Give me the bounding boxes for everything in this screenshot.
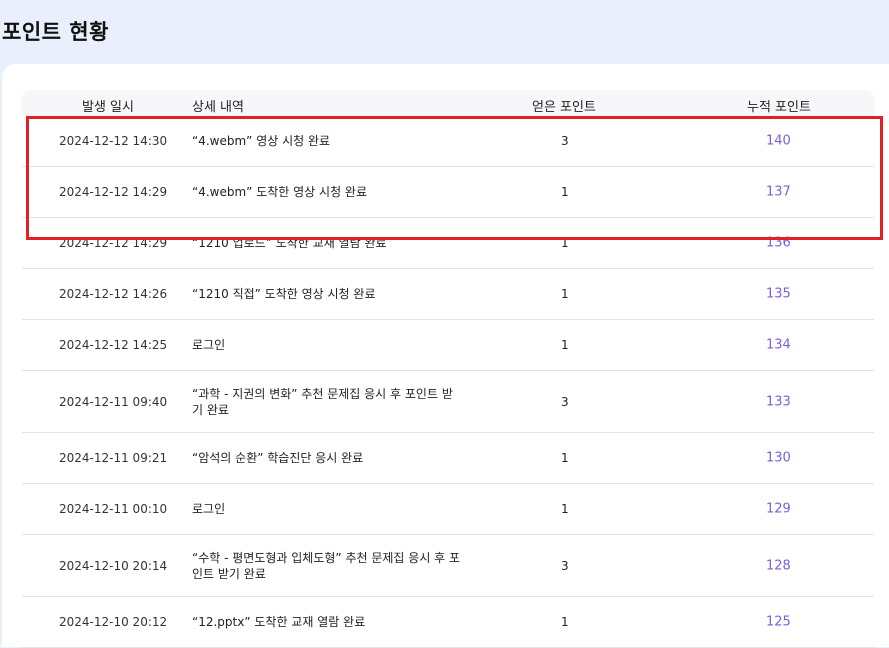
row-total-points: 134 <box>766 337 791 353</box>
row-description: “12.pptx” 도착한 교재 열람 완료 <box>192 615 366 629</box>
row-date: 2024-12-12 14:25 <box>59 338 168 352</box>
row-description: 로그인 <box>192 502 226 516</box>
row-date: 2024-12-11 00:10 <box>59 502 168 516</box>
row-total-points: 137 <box>766 184 791 200</box>
row-earned-points: 1 <box>561 338 569 352</box>
row-total-points: 135 <box>766 286 791 302</box>
row-earned-points: 1 <box>561 615 569 629</box>
row-description: “1210 직접” 도착한 영상 시청 완료 <box>192 287 376 301</box>
row-earned-points: 3 <box>561 394 569 409</box>
page-title: 포인트 현황 <box>2 20 109 44</box>
table-row: 2024-12-10 20:12 “12.pptx” 도착한 교재 열람 완료 … <box>22 597 874 648</box>
row-date: 2024-12-11 09:21 <box>59 451 168 465</box>
row-total-points: 128 <box>766 558 791 573</box>
row-date: 2024-12-12 14:29 <box>59 236 168 250</box>
row-total-points: 136 <box>766 235 791 251</box>
row-description: “4.webm” 영상 시청 완료 <box>192 134 331 148</box>
row-earned-points: 1 <box>561 451 569 465</box>
row-total-points: 129 <box>766 501 791 517</box>
header-total-points: 누적 포인트 <box>747 100 811 115</box>
table-row: 2024-12-11 09:40 “과학 - 지권의 변화” 추천 문제집 응시… <box>22 371 874 433</box>
header-date: 발생 일시 <box>82 100 134 115</box>
row-date: 2024-12-12 14:26 <box>59 287 168 301</box>
table-header: 발생 일시 상세 내역 얻은 포인트 누적 포인트 <box>22 90 874 116</box>
header-earned-points: 얻은 포인트 <box>532 100 596 115</box>
row-total-points: 133 <box>766 394 791 409</box>
row-date: 2024-12-12 14:29 <box>59 185 168 199</box>
table-row: 2024-12-12 14:29 “1210 업로드” 도착한 교재 열람 완료… <box>22 218 874 269</box>
table-row: 2024-12-12 14:25 로그인 1 134 <box>22 320 874 371</box>
table-row: 2024-12-12 14:30 “4.webm” 영상 시청 완료 3 140 <box>22 116 874 167</box>
row-description: “4.webm” 도착한 영상 시청 완료 <box>192 185 368 199</box>
row-earned-points: 1 <box>561 185 569 199</box>
row-description: “1210 업로드” 도착한 교재 열람 완료 <box>192 236 387 250</box>
row-earned-points: 3 <box>561 134 569 148</box>
row-total-points: 140 <box>766 133 791 149</box>
row-description: “암석의 순환” 학습진단 응시 완료 <box>192 451 364 465</box>
table-row: 2024-12-11 09:21 “암석의 순환” 학습진단 응시 완료 1 1… <box>22 433 874 484</box>
table-row: 2024-12-12 14:29 “4.webm” 도착한 영상 시청 완료 1… <box>22 167 874 218</box>
table-row: 2024-12-12 14:26 “1210 직접” 도착한 영상 시청 완료 … <box>22 269 874 320</box>
row-description: 로그인 <box>192 338 226 352</box>
row-date: 2024-12-10 20:12 <box>59 615 168 629</box>
row-earned-points: 3 <box>561 558 569 573</box>
row-description: “과학 - 지권의 변화” 추천 문제집 응시 후 포인트 받기 완료 <box>192 386 453 417</box>
row-date: 2024-12-11 09:40 <box>59 394 168 409</box>
header-description: 상세 내역 <box>192 100 244 115</box>
row-date: 2024-12-12 14:30 <box>59 134 168 148</box>
points-table: 발생 일시 상세 내역 얻은 포인트 누적 포인트 2024-12-12 14:… <box>22 90 874 648</box>
table-row: 2024-12-10 20:14 “수학 - 평면도형과 입체도형” 추천 문제… <box>22 535 874 597</box>
row-total-points: 125 <box>766 614 791 630</box>
row-total-points: 130 <box>766 450 791 466</box>
row-description: “수학 - 평면도형과 입체도형” 추천 문제집 응시 후 포인트 받기 완료 <box>192 550 461 581</box>
row-earned-points: 1 <box>561 236 569 250</box>
row-earned-points: 1 <box>561 502 569 516</box>
table-row: 2024-12-11 00:10 로그인 1 129 <box>22 484 874 535</box>
row-date: 2024-12-10 20:14 <box>59 558 168 573</box>
row-earned-points: 1 <box>561 287 569 301</box>
